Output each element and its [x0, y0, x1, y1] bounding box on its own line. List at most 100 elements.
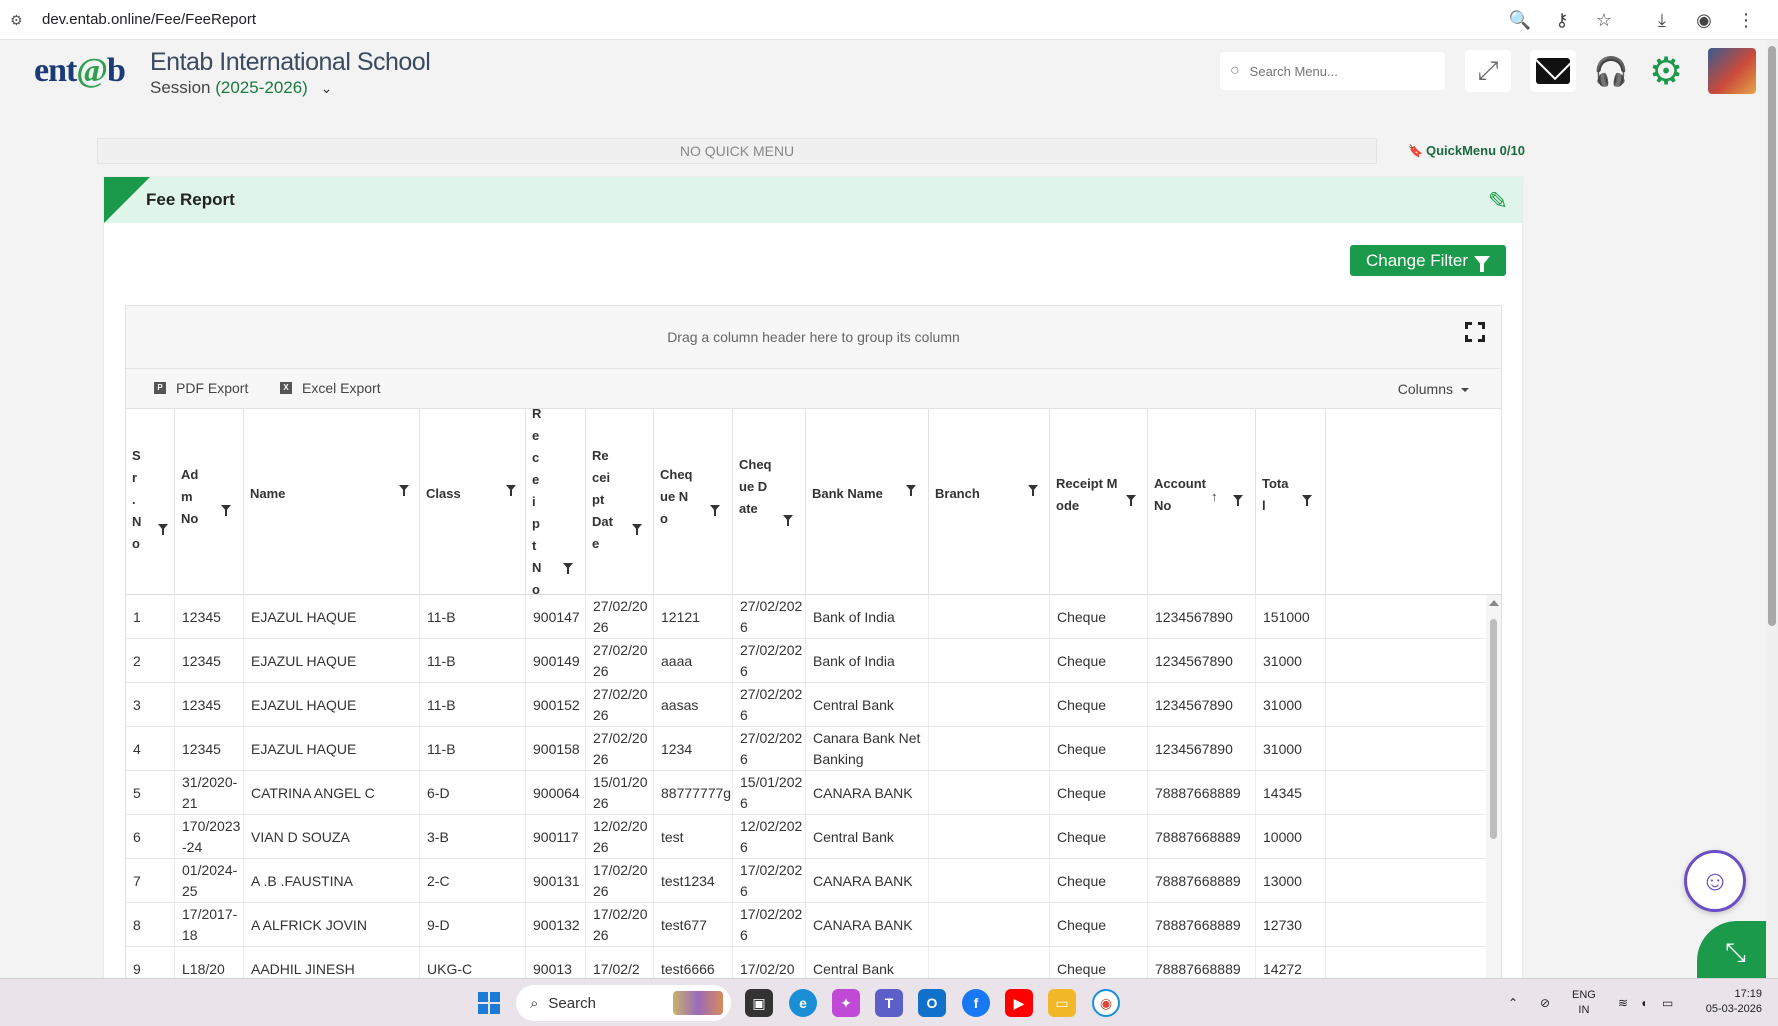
cell-value: 27/02/2026 [593, 642, 648, 679]
column-header-3[interactable]: Name [244, 409, 420, 595]
change-filter-button[interactable]: Change Filter [1350, 245, 1506, 276]
column-filter-icon[interactable] [506, 485, 516, 496]
wifi-icon[interactable]: ≋ [1618, 979, 1628, 1026]
support-agent-button[interactable]: ☺ [1684, 850, 1746, 912]
column-filter-icon[interactable] [563, 563, 573, 574]
column-header-label: Account No [1154, 476, 1206, 513]
table-row[interactable]: 3 12345 EJAZUL HAQUE 11-B 900152 27/02/2026 aa… [126, 683, 1501, 727]
column-header-4[interactable]: Class [420, 409, 526, 595]
language-indicator[interactable]: ENG IN [1572, 988, 1596, 1018]
table-cell: 900158 [526, 727, 586, 771]
columns-menu[interactable]: Columns [1398, 381, 1469, 397]
battery-icon[interactable]: ▭ [1662, 979, 1673, 1026]
column-header-label: Cheque Date [739, 457, 772, 516]
browser-menu-icon[interactable]: ⋮ [1734, 8, 1758, 32]
expand-icon[interactable]: ⤢ [1465, 50, 1511, 92]
cell-value: 3-B [427, 828, 449, 845]
column-header-9[interactable]: Bank Name [806, 409, 929, 595]
file-explorer-icon[interactable]: ▭ [1048, 989, 1076, 1017]
cell-value: 78887668889 [1155, 960, 1241, 977]
profile-icon[interactable]: ◉ [1692, 8, 1716, 32]
system-clock[interactable]: 17:19 05-03-2026 [1698, 987, 1762, 1017]
cell-value: Cheque [1057, 696, 1107, 713]
pdf-export-button[interactable]: P PDF Export [154, 380, 248, 396]
column-header-8[interactable]: Cheque Date [733, 409, 806, 595]
site-settings-icon[interactable]: ⚙ [10, 12, 26, 28]
column-header-7[interactable]: Cheque No [654, 409, 733, 595]
table-row[interactable]: 2 12345 EJAZUL HAQUE 11-B 900149 27/02/2026 aa… [126, 639, 1501, 683]
table-cell: 1234567890 [1148, 595, 1256, 639]
notification-off-icon[interactable]: ⊘ [1540, 979, 1550, 1026]
column-header-6[interactable]: Receipt Date [586, 409, 654, 595]
group-by-panel[interactable]: Drag a column header here to group its c… [126, 306, 1501, 369]
column-filter-icon[interactable] [1302, 495, 1312, 506]
fullscreen-icon[interactable] [1465, 322, 1485, 342]
page-scrollbar-thumb[interactable] [1768, 46, 1776, 626]
column-header-13[interactable]: Total [1256, 409, 1326, 595]
entab-logo[interactable]: ent@b [34, 52, 126, 90]
column-header-2[interactable]: Adm No [175, 409, 244, 595]
table-row[interactable]: 8 17/2017-18 A ALFRICK JOVIN 9-D 900132 17/02… [126, 903, 1501, 947]
table-cell: Canara Bank NetBanking [806, 727, 929, 771]
session-selector[interactable]: Session (2025-2026) ⌄ [150, 78, 332, 98]
edge-browser-icon[interactable]: e [789, 989, 817, 1017]
youtube-icon[interactable]: ▶ [1005, 989, 1033, 1017]
show-hidden-icons-icon[interactable]: ⌃ [1508, 979, 1518, 1026]
column-filter-icon[interactable] [906, 485, 916, 496]
sort-ascending-icon[interactable]: ↑ [1211, 489, 1218, 504]
column-header-1[interactable]: Sr.No [126, 409, 175, 595]
facebook-icon[interactable]: f [962, 989, 990, 1017]
column-filter-icon[interactable] [1233, 495, 1243, 506]
outlook-icon[interactable]: O [918, 989, 946, 1017]
bookmark-star-icon[interactable]: ☆ [1592, 8, 1616, 32]
table-row[interactable]: 5 31/2020-21 CATRINA ANGEL C 6-D 900064 15/01… [126, 771, 1501, 815]
column-filter-icon[interactable] [1126, 495, 1136, 506]
column-filter-icon[interactable] [221, 505, 231, 516]
column-header-10[interactable]: Branch [929, 409, 1050, 595]
column-filter-icon[interactable] [632, 524, 642, 535]
chevron-down-icon[interactable]: ⌄ [321, 80, 333, 97]
excel-export-button[interactable]: X Excel Export [280, 380, 381, 396]
scroll-up-icon[interactable] [1489, 600, 1499, 606]
task-view-icon[interactable]: ▣ [745, 989, 773, 1017]
quick-menu-counter[interactable]: 🔖 QuickMenu 0/10 [1408, 143, 1525, 158]
column-filter-icon[interactable] [1028, 485, 1038, 496]
mail-icon[interactable] [1530, 50, 1576, 92]
cell-value: 6-D [427, 784, 450, 801]
corner-expand-button[interactable]: ⤡ [1697, 921, 1766, 978]
column-filter-icon[interactable] [399, 485, 409, 496]
column-header-11[interactable]: Receipt Mode [1050, 409, 1148, 595]
headset-icon[interactable]: 🎧 [1588, 50, 1634, 92]
zoom-icon[interactable]: 🔍 [1508, 8, 1532, 32]
grid-scrollbar[interactable] [1486, 595, 1501, 988]
column-header-label: Receipt Date [592, 448, 613, 551]
column-filter-icon[interactable] [710, 505, 720, 516]
table-row[interactable]: 6 170/2023-24 VIAN D SOUZA 3-B 900117 12/02/2… [126, 815, 1501, 859]
chrome-icon[interactable]: ◉ [1092, 989, 1120, 1017]
edit-icon[interactable]: ✎ [1488, 187, 1508, 216]
windows-start-icon[interactable] [478, 992, 500, 1014]
table-row[interactable]: 1 12345 EJAZUL HAQUE 11-B 900147 27/02/2026 12… [126, 595, 1501, 639]
download-icon[interactable]: ⤓ [1650, 8, 1674, 32]
search-menu-input[interactable] [1249, 63, 1420, 79]
gear-icon[interactable]: ⚙ [1643, 50, 1689, 93]
column-header-12[interactable]: Account No ↑ [1148, 409, 1256, 595]
search-menu-box[interactable]: ○ [1220, 52, 1445, 90]
cell-value: 12345 [182, 652, 221, 669]
table-row[interactable]: 7 01/2024-25 A .B .FAUSTINA 2-C 900131 17/02/… [126, 859, 1501, 903]
column-filter-icon[interactable] [158, 524, 168, 535]
avatar[interactable] [1708, 48, 1756, 94]
grid-scrollbar-thumb[interactable] [1490, 619, 1497, 839]
column-filter-icon[interactable] [783, 515, 793, 526]
column-header-5[interactable]: ReceiptNo [526, 406, 586, 597]
volume-icon[interactable]: ◖ [1640, 979, 1647, 1026]
password-key-icon[interactable]: ⚷ [1550, 8, 1574, 32]
page-scrollbar[interactable] [1766, 40, 1778, 978]
table-row[interactable]: 4 12345 EJAZUL HAQUE 11-B 900158 27/02/2026 12… [126, 727, 1501, 771]
filter-funnel-icon [1474, 255, 1491, 272]
taskbar-search[interactable]: ⌕ Search [516, 985, 731, 1021]
search-icon: ○ [1230, 62, 1240, 79]
teams-icon[interactable]: T [875, 989, 903, 1017]
copilot-icon[interactable]: ✦ [832, 989, 860, 1017]
address-bar[interactable]: dev.entab.online/Fee/FeeReport [42, 11, 256, 28]
